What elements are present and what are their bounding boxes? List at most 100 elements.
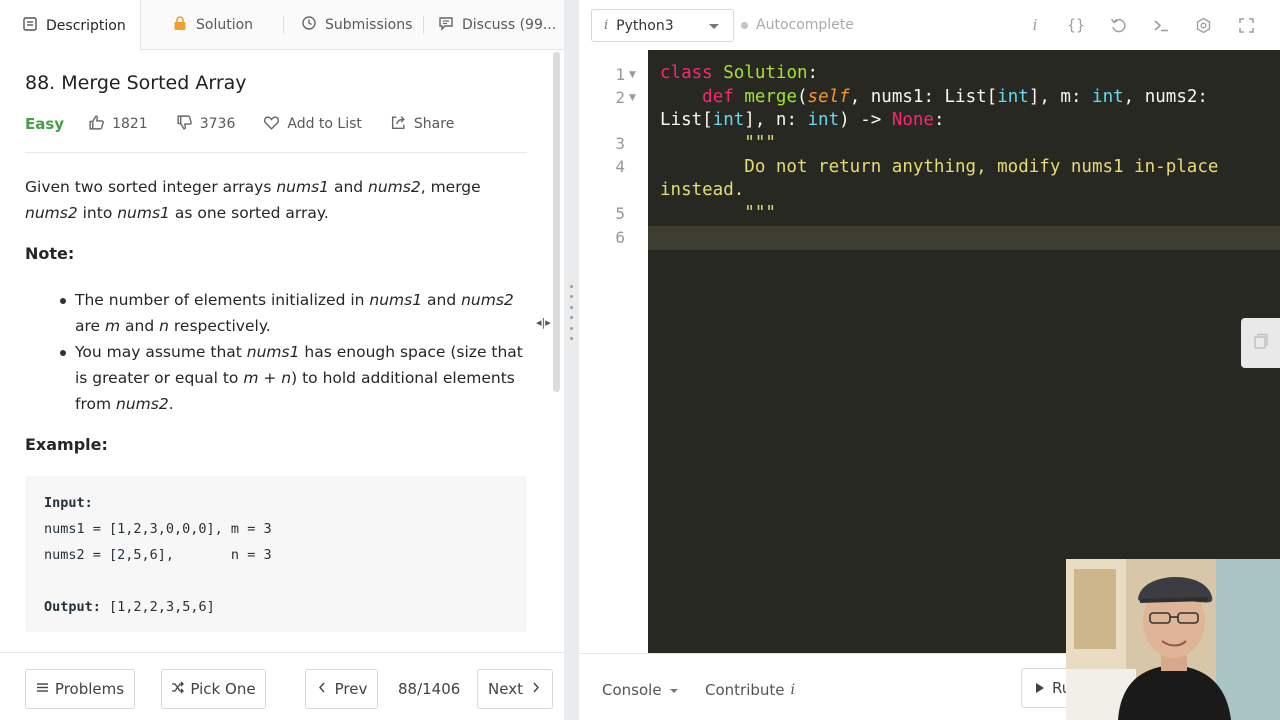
heart-icon [263, 114, 280, 135]
chevron-down-icon [669, 689, 678, 693]
editor-toolbar: i Python3 Autocomplete i {} [579, 0, 1280, 50]
autocomplete-toggle[interactable]: Autocomplete [741, 17, 854, 33]
webcam-overlay [1066, 559, 1280, 720]
console-button[interactable]: Console [602, 681, 678, 699]
lock-icon [172, 15, 188, 35]
dislike-button[interactable]: 3736 [176, 114, 235, 135]
thumbs-up-icon [88, 114, 105, 135]
share-label: Share [413, 116, 455, 132]
page-indicator: 88/1406 [398, 680, 461, 698]
prev-label: Prev [334, 680, 368, 698]
shuffle-icon [171, 680, 185, 698]
line-number: 3 [615, 134, 625, 153]
contribute-label: Contribute [705, 681, 785, 699]
tab-divider [423, 16, 424, 34]
note-list: The number of elements initialized in nu… [25, 287, 527, 417]
tab-description[interactable]: Description [0, 0, 141, 51]
terminal-icon[interactable] [1151, 15, 1171, 35]
example-heading: Example: [25, 435, 108, 454]
toggle-dot-icon [741, 21, 748, 29]
example-line: nums2 = [2,5,6], n = 3 [44, 547, 272, 563]
line-number: 2 [615, 88, 625, 107]
line-number: 4 [615, 157, 625, 176]
share-icon [390, 114, 407, 135]
prev-button[interactable]: Prev [305, 669, 378, 709]
code-line: instead. [660, 180, 745, 200]
example-output-label: Output: [44, 599, 101, 615]
problem-panel: Description Solution Submissions Discuss… [0, 0, 564, 720]
tab-submissions[interactable]: Submissions [301, 0, 412, 50]
list-icon [36, 680, 49, 698]
line-gutter: 1 ▼ 2 ▼ 3 4 5 6 [579, 50, 647, 653]
tab-label: Discuss (99... [462, 17, 557, 33]
next-button[interactable]: Next [477, 669, 553, 709]
info-icon: i [604, 18, 609, 33]
tab-label: Description [46, 17, 126, 34]
line-number: 6 [615, 228, 625, 247]
pick-one-label: Pick One [190, 680, 256, 698]
chevron-left-icon [316, 680, 329, 698]
code-line: """ [660, 203, 776, 223]
code-line: def merge(self, nums1: List[int], m: int… [702, 87, 1208, 107]
tab-label: Solution [196, 17, 254, 33]
reset-icon[interactable] [1108, 15, 1128, 35]
info-icon[interactable]: i [1025, 15, 1045, 35]
next-label: Next [488, 680, 523, 698]
code-line: Do not return anything, modify nums1 in-… [660, 157, 1219, 177]
side-panel-tab[interactable] [1241, 318, 1280, 368]
add-to-list-label: Add to List [287, 116, 362, 132]
problem-tabs: Description Solution Submissions Discuss… [0, 0, 564, 51]
difficulty-badge: Easy [25, 115, 65, 133]
code-line: class Solution: [660, 63, 819, 83]
problem-content: 88. Merge Sorted Array Easy 1821 3736 Ad… [25, 50, 527, 650]
problem-meta: Easy 1821 3736 Add to List Share [25, 112, 482, 136]
pane-splitter[interactable] [564, 0, 579, 720]
example-input-label: Input: [44, 495, 93, 511]
problems-button[interactable]: Problems [25, 669, 135, 709]
settings-icon[interactable] [1193, 15, 1213, 35]
pick-one-button[interactable]: Pick One [161, 669, 266, 709]
example-code-block: Input: nums1 = [1,2,3,0,0,0], m = 3 nums… [25, 476, 527, 632]
braces-icon[interactable]: {} [1066, 15, 1086, 35]
autocomplete-label: Autocomplete [756, 17, 854, 33]
note-heading: Note: [25, 244, 75, 263]
fullscreen-icon[interactable] [1236, 15, 1256, 35]
fold-arrow-icon[interactable]: ▼ [629, 93, 636, 103]
tab-divider [283, 16, 284, 34]
share-button[interactable]: Share [390, 114, 454, 135]
problem-statement: Given two sorted integer arrays nums1 an… [25, 178, 481, 222]
resize-cursor-icon: ◂|▸ [536, 316, 551, 329]
add-to-list-button[interactable]: Add to List [263, 114, 362, 135]
tab-label: Submissions [325, 17, 413, 33]
line-number: 1 [615, 65, 625, 84]
example-line: nums1 = [1,2,3,0,0,0], m = 3 [44, 521, 272, 537]
tab-solution[interactable]: Solution [172, 0, 253, 50]
console-label: Console [602, 681, 662, 699]
chevron-right-icon [529, 680, 542, 698]
problem-footer: Problems Pick One Prev 88/1406 Next [0, 652, 564, 720]
chat-icon [438, 15, 454, 35]
list-item: The number of elements initialized in nu… [25, 287, 527, 339]
info-icon: i [790, 682, 795, 698]
thumbs-down-icon [176, 114, 193, 135]
chevron-down-icon [709, 24, 719, 29]
splitter-handle[interactable] [570, 285, 573, 340]
active-line-highlight [648, 226, 1280, 250]
tab-discuss[interactable]: Discuss (99... [438, 0, 556, 50]
like-button[interactable]: 1821 [88, 114, 148, 135]
fold-arrow-icon[interactable]: ▼ [629, 70, 636, 80]
problems-label: Problems [54, 680, 125, 698]
example-output: [1,2,2,3,5,6] [109, 599, 215, 615]
document-icon [22, 16, 38, 36]
likes-count: 1821 [112, 116, 148, 132]
code-line: List[int], n: int) -> None: [660, 110, 945, 130]
play-icon [1036, 683, 1044, 693]
list-item: You may assume that nums1 has enough spa… [25, 339, 527, 417]
clock-icon [301, 15, 317, 35]
scrollbar[interactable] [553, 52, 560, 392]
language-select[interactable]: i Python3 [591, 9, 734, 42]
line-number: 5 [615, 204, 625, 223]
copy-icon [1252, 332, 1270, 354]
page-title: 88. Merge Sorted Array [25, 72, 247, 94]
contribute-button[interactable]: Contribute i [705, 681, 795, 699]
